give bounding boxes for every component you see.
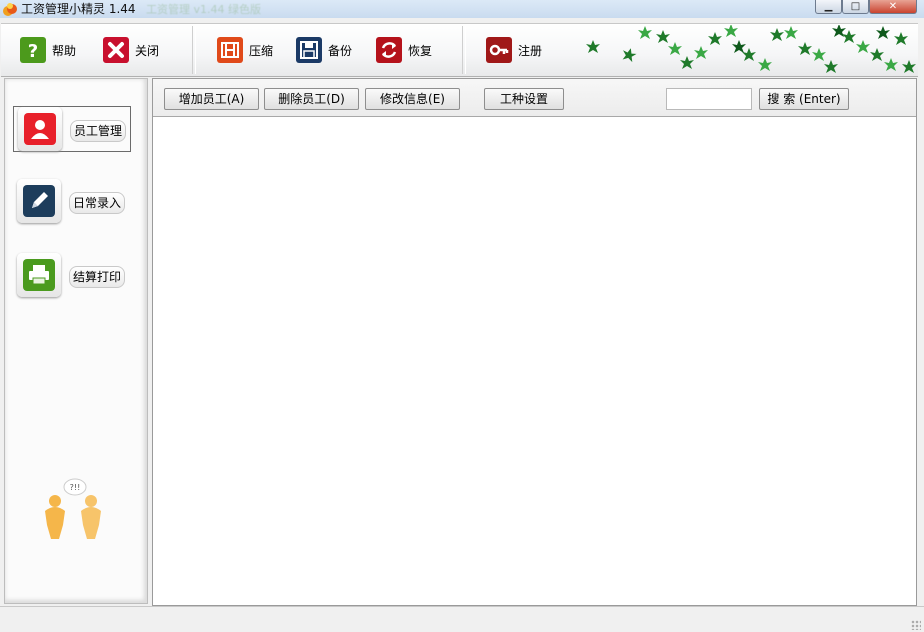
key-icon [486,37,512,63]
toolbar-divider [462,26,466,74]
save-icon [296,37,322,63]
delete-employee-button[interactable]: 删除员工(D) [264,88,359,110]
close-label: 关闭 [135,43,160,58]
add-employee-button[interactable]: 增加员工(A) [164,88,259,110]
mascot-speech: ?!! [70,483,81,492]
close-button[interactable]: 关闭 [103,37,159,63]
search-input[interactable] [666,88,752,110]
app-icon [3,3,17,16]
job-settings-button[interactable]: 工种设置 [484,88,564,110]
printer-icon-frame [17,253,61,297]
sidebar-item-label: 结算打印 [69,266,126,288]
compress-button[interactable]: 压缩 [217,37,273,63]
action-bar: 增加员工(A) 删除员工(D) 修改信息(E) 工种设置 搜 索 (Enter) [153,79,916,117]
title-bar: 工资管理小精灵 1.44 工资管理 v1.44 绿色版 ▁ □ ✕ [0,0,924,18]
sidebar: 员工管理 日常录入 结算打印 ?!! [4,78,148,604]
printer-icon [23,259,55,291]
restore-icon [376,37,402,63]
help-label: 帮助 [52,43,77,58]
restore-button[interactable]: 恢复 [376,37,432,63]
close-icon [103,37,129,63]
status-bar [0,606,924,632]
employee-icon-frame [18,107,62,151]
pencil-icon-frame [17,179,61,223]
search-button[interactable]: 搜 索 (Enter) [759,88,849,110]
sidebar-item-label: 日常录入 [69,192,126,214]
window-title: 工资管理小精灵 1.44 [21,2,136,16]
help-button[interactable]: ? 帮助 [20,37,76,63]
compress-icon [217,37,243,63]
window-subtitle: 工资管理 v1.44 绿色版 [146,3,261,16]
mascot-image: ?!! [45,478,101,539]
employee-icon [24,113,56,145]
maximize-button[interactable]: □ [842,0,869,14]
resize-grip[interactable] [911,620,921,630]
modify-info-button[interactable]: 修改信息(E) [365,88,460,110]
toolbar-divider [192,26,196,74]
backup-button[interactable]: 备份 [296,37,352,63]
register-label: 注册 [518,43,543,58]
svg-text:?: ? [28,41,38,62]
sidebar-item-employee[interactable]: 员工管理 [13,106,131,152]
register-button[interactable]: 注册 [486,37,542,63]
restore-label: 恢复 [408,43,433,58]
maximize-icon: □ [850,1,861,12]
sidebar-item-settle-print[interactable]: 结算打印 [13,253,131,299]
pencil-icon [23,185,55,217]
close-icon: ✕ [888,1,898,12]
sidebar-item-daily-entry[interactable]: 日常录入 [13,179,131,225]
close-window-button[interactable]: ✕ [869,0,917,14]
main-toolbar: ? 帮助 关闭 压缩 备份 恢复 注册 [1,23,918,77]
backup-label: 备份 [328,43,353,58]
leaves-decoration [586,25,916,73]
content-area [153,117,916,605]
minimize-button[interactable]: ▁ [815,0,842,14]
sidebar-item-label: 员工管理 [70,120,127,142]
help-icon: ? [20,37,46,63]
compress-label: 压缩 [249,43,274,58]
minimize-icon: ▁ [824,1,833,12]
main-panel: 增加员工(A) 删除员工(D) 修改信息(E) 工种设置 搜 索 (Enter) [152,78,917,606]
